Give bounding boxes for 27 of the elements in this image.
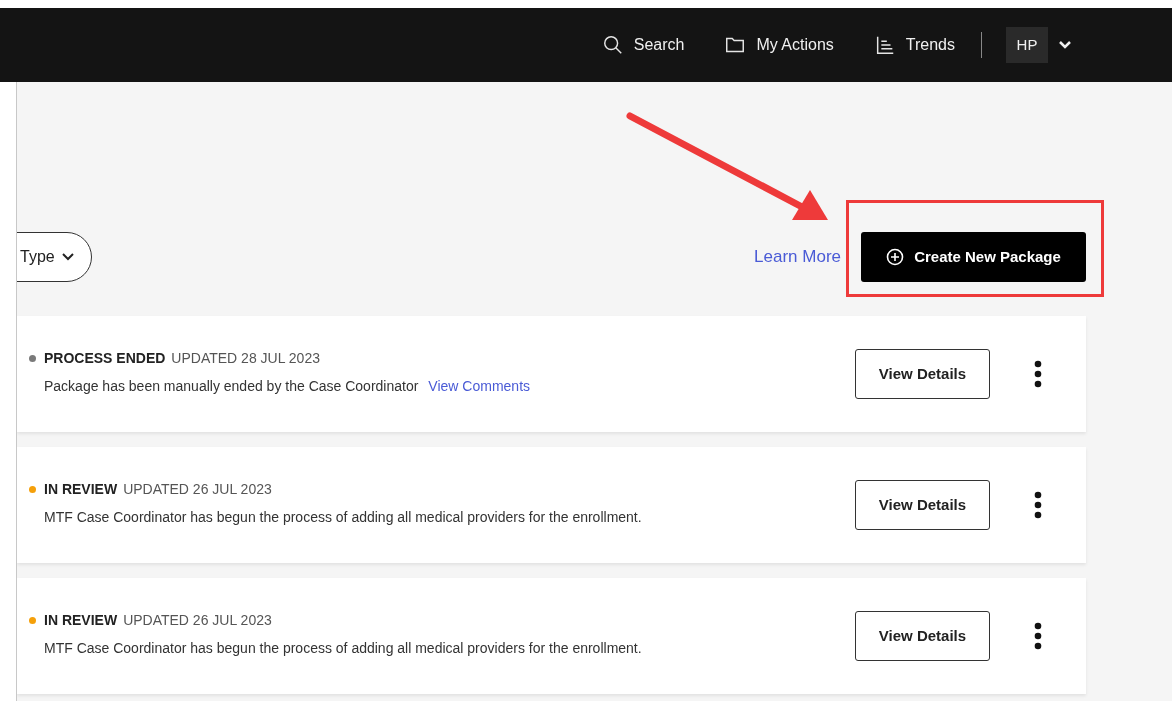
chevron-down-icon bbox=[60, 252, 75, 262]
package-description: Package has been manually ended by the Case Coordinator bbox=[44, 378, 419, 394]
more-vertical-icon[interactable] bbox=[1034, 360, 1042, 388]
chevron-down-icon bbox=[1058, 40, 1072, 50]
type-filter[interactable]: Type bbox=[17, 232, 92, 282]
view-comments-link[interactable]: View Comments bbox=[428, 378, 531, 394]
package-description: MTF Case Coordinator has begun the process of adding all medical providers for the enrollment. bbox=[44, 509, 642, 525]
package-description: MTF Case Coordinator has begun the process of adding all medical providers for the enrollment. bbox=[44, 640, 642, 656]
view-details-button[interactable]: View Details bbox=[855, 480, 990, 530]
status-label: IN REVIEW bbox=[44, 480, 118, 499]
status-label: IN REVIEW bbox=[44, 611, 118, 630]
view-details-button[interactable]: View Details bbox=[855, 349, 990, 399]
user-avatar[interactable]: HP bbox=[1006, 27, 1048, 63]
updated-date: UPDATED 28 JUL 2023 bbox=[171, 349, 320, 368]
updated-date: UPDATED 26 JUL 2023 bbox=[123, 480, 272, 499]
search-icon bbox=[601, 34, 624, 56]
nav-link[interactable]: Trends bbox=[873, 33, 955, 57]
view-details-button[interactable]: View Details bbox=[855, 611, 990, 661]
updated-date: UPDATED 26 JUL 2023 bbox=[123, 611, 272, 630]
more-vertical-icon[interactable] bbox=[1034, 622, 1042, 650]
nav-link[interactable]: Search bbox=[601, 33, 685, 57]
more-vertical-icon[interactable] bbox=[1034, 491, 1042, 519]
status-label: PROCESS ENDED bbox=[44, 349, 166, 368]
create-package-button[interactable]: Create New Package bbox=[861, 232, 1086, 282]
learn-more-link[interactable]: Learn More bbox=[754, 244, 841, 270]
plus-circle-icon bbox=[886, 248, 905, 266]
nav-link[interactable]: My Actions bbox=[724, 33, 834, 57]
